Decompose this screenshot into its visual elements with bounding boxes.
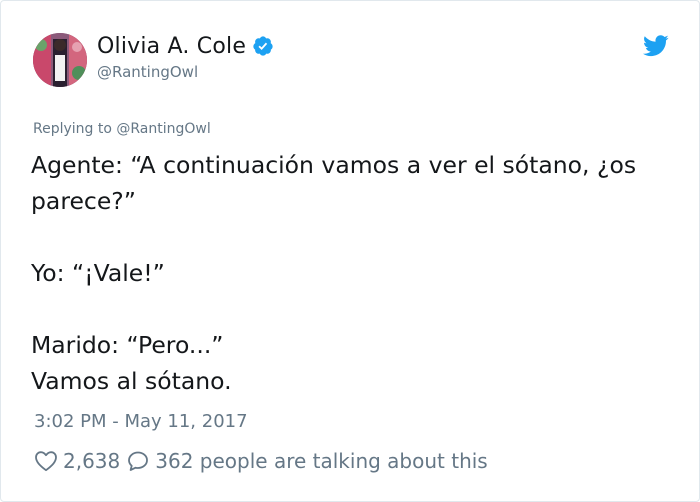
avatar[interactable] <box>33 33 87 87</box>
twitter-bird-icon[interactable] <box>643 35 669 57</box>
tweet-timestamp[interactable]: 3:02 PM - May 11, 2017 <box>34 411 248 432</box>
tweet-card: Olivia A. Cole @RantingOwl Replying to @… <box>0 0 700 502</box>
tweet-line: Agente: “A continuación vamos a ver el s… <box>31 151 637 215</box>
avatar-image <box>33 33 87 87</box>
conversation-button[interactable]: 362 people are talking about this <box>126 449 488 473</box>
tweet-text: Agente: “A continuación vamos a ver el s… <box>31 147 671 399</box>
line-spacer <box>31 219 671 255</box>
speech-bubble-icon <box>128 451 149 471</box>
like-count: 2,638 <box>63 449 121 473</box>
tweet-line: Marido: “Pero...” <box>31 331 224 359</box>
tweet-header: Olivia A. Cole @RantingOwl <box>33 31 669 89</box>
display-name-row: Olivia A. Cole <box>97 31 274 61</box>
like-button[interactable]: 2,638 <box>34 449 120 473</box>
heart-icon <box>35 451 57 472</box>
verified-badge-icon <box>253 36 273 56</box>
tweet-line: Yo: “¡Vale!” <box>31 259 165 287</box>
talking-about-count: 362 people are talking about this <box>155 449 488 473</box>
tweet-line: Vamos al sótano. <box>31 367 232 395</box>
replying-to-label[interactable]: Replying to @RantingOwl <box>33 121 211 137</box>
author-handle[interactable]: @RantingOwl <box>97 63 274 81</box>
line-spacer <box>31 291 671 327</box>
tweet-actions: 2,638 362 people are talking about this <box>34 447 488 475</box>
author-names: Olivia A. Cole @RantingOwl <box>97 31 274 81</box>
display-name[interactable]: Olivia A. Cole <box>97 34 246 59</box>
